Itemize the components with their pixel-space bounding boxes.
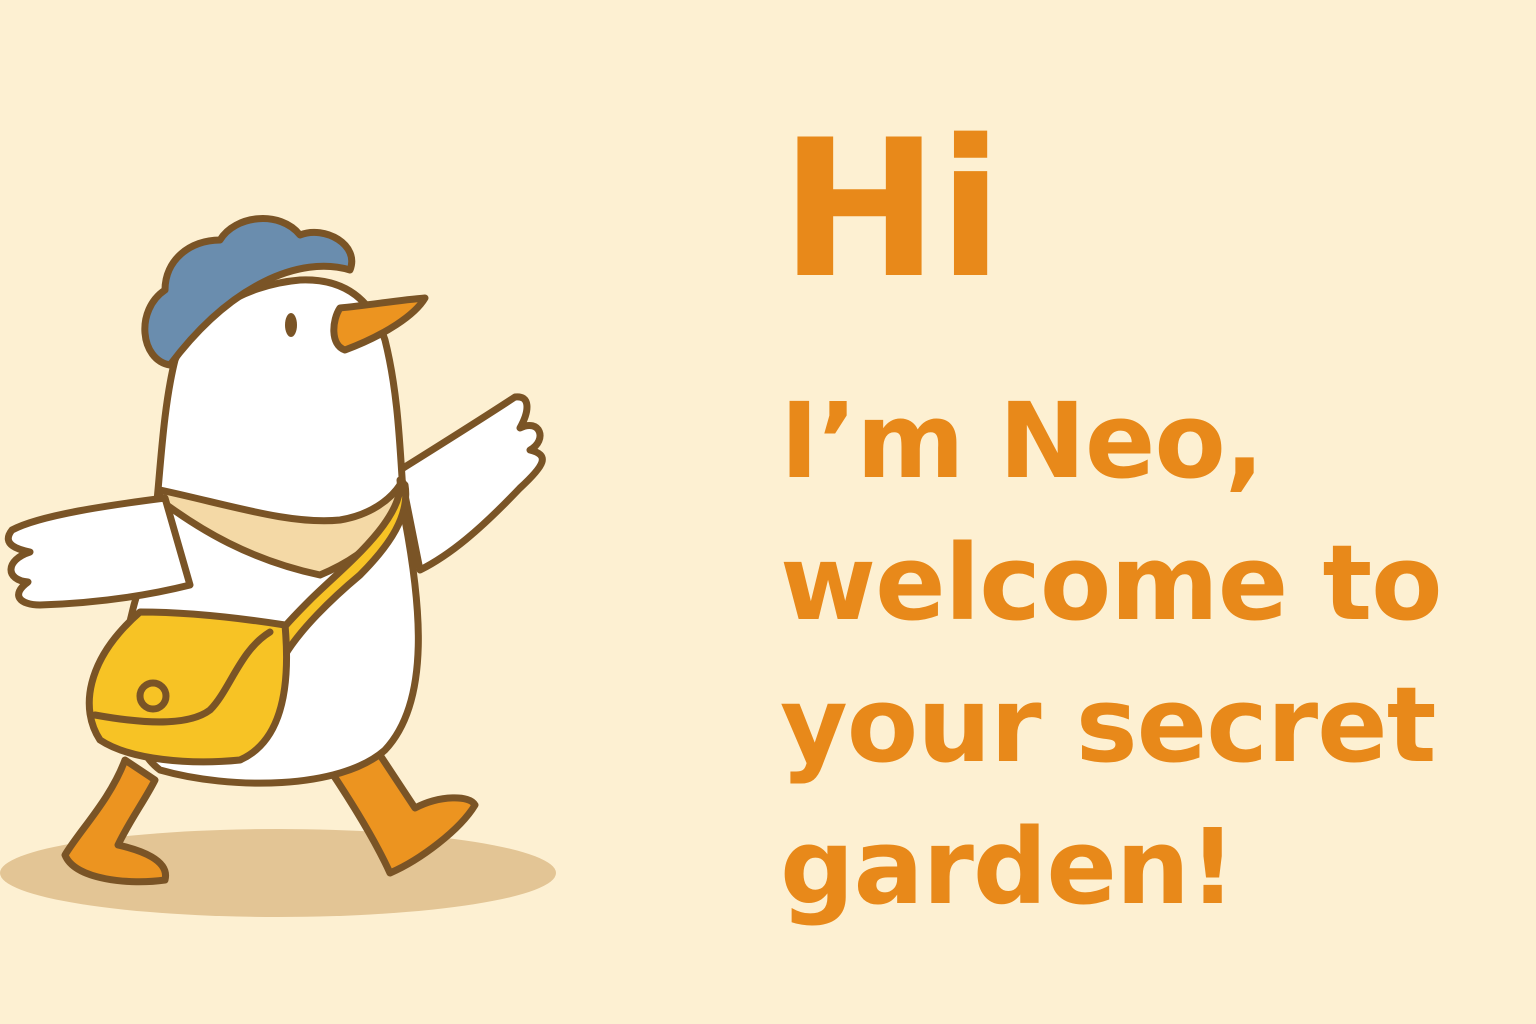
duck-mascot-illustration — [0, 215, 556, 917]
greeting-hi: Hi — [780, 99, 1003, 320]
left-wing — [4, 494, 194, 609]
bag-icon — [85, 608, 290, 766]
bag-button-icon — [136, 679, 170, 713]
greeting-line-1: I’m Neo, — [780, 380, 1264, 502]
eye-icon — [285, 313, 297, 337]
right-wing — [396, 393, 546, 574]
greeting-line-3: your secret — [780, 664, 1436, 786]
greeting-line-2: welcome to — [780, 522, 1443, 644]
left-foot-icon — [61, 756, 169, 886]
greeting-line-4: garden! — [780, 806, 1236, 928]
